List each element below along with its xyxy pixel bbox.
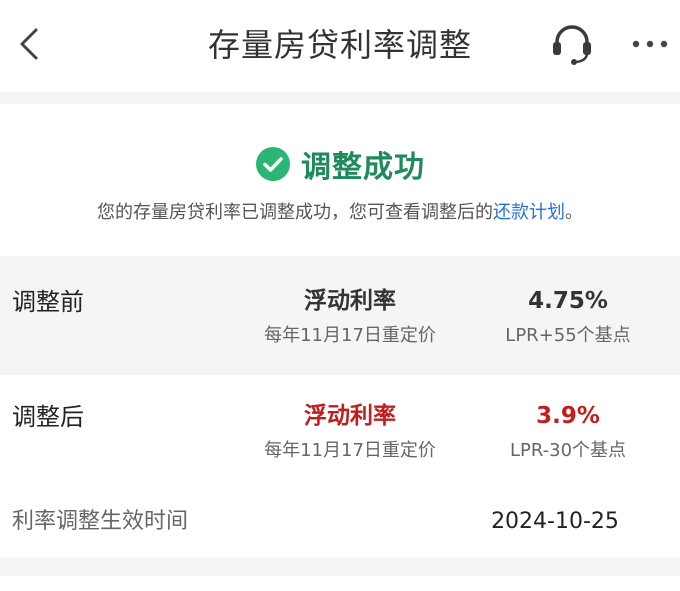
rate-comparison: 调整前 浮动利率 每年11月17日重定价 4.75% LPR+55个基点 调整后… [0,260,680,558]
customer-service-button[interactable] [548,20,596,68]
before-label: 调整前 [12,288,84,316]
success-title: 调整成功 [301,150,425,185]
desc-suffix: 。 [565,202,583,223]
after-rate-value: 3.9% [536,403,600,429]
after-lpr-spread: LPR-30个基点 [509,440,627,461]
after-type-col: 浮动利率 每年11月17日重定价 [240,399,460,465]
after-rate-type: 浮动利率 [304,403,396,429]
rate-row-before: 调整前 浮动利率 每年11月17日重定价 4.75% LPR+55个基点 [0,260,680,375]
result-card: 调整成功 您的存量房贷利率已调整成功，您可查看调整后的还款计划。 [0,104,680,256]
effective-date-label: 利率调整生效时间 [12,509,189,534]
desc-prefix: 您的存量房贷利率已调整成功，您可查看调整后的 [97,202,493,223]
after-rate-col: 3.9% LPR-30个基点 [468,399,668,465]
more-dots-icon [632,40,668,48]
before-rate-value: 4.75% [528,288,608,314]
after-reprice-date: 每年11月17日重定价 [264,440,436,461]
repayment-plan-link[interactable]: 还款计划 [493,202,565,223]
success-heading: 调整成功 [0,142,680,186]
top-nav-bar: 存量房贷利率调整 [0,0,680,92]
success-description: 您的存量房贷利率已调整成功，您可查看调整后的还款计划。 [0,200,680,226]
before-reprice-date: 每年11月17日重定价 [264,325,436,346]
more-button[interactable] [628,30,672,58]
before-type-col: 浮动利率 每年11月17日重定价 [240,284,460,350]
check-circle-icon [256,147,290,181]
rate-row-after: 调整后 浮动利率 每年11月17日重定价 3.9% LPR-30个基点 [0,375,680,490]
before-rate-col: 4.75% LPR+55个基点 [468,284,668,350]
headset-icon [553,25,591,65]
effective-date-row: 利率调整生效时间 2024-10-25 [0,490,680,558]
before-rate-type: 浮动利率 [304,288,396,314]
before-lpr-spread: LPR+55个基点 [505,325,631,346]
effective-date-value: 2024-10-25 [491,509,619,534]
bottom-card-edge [0,576,680,591]
after-label: 调整后 [12,403,84,431]
